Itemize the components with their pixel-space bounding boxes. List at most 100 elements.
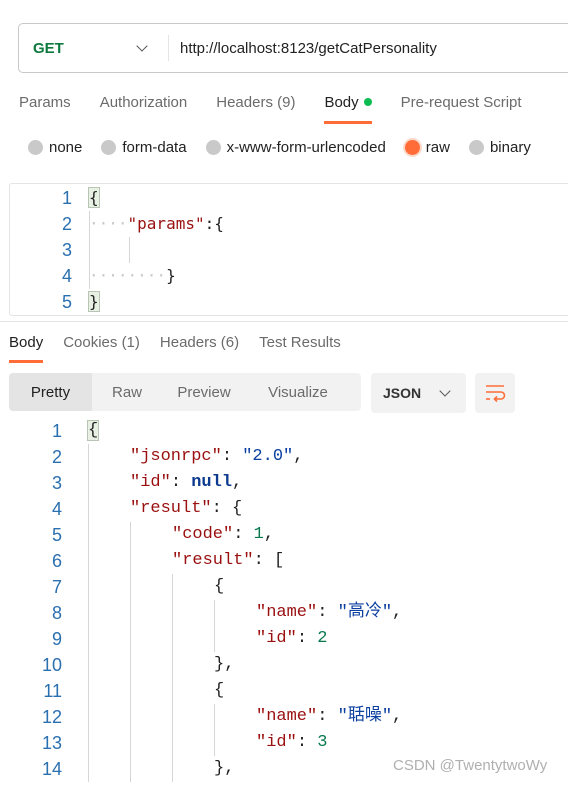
radio-raw[interactable]: raw	[404, 139, 450, 156]
token-numv: 1	[253, 525, 264, 544]
view-pretty[interactable]: Pretty	[9, 373, 92, 411]
format-label: JSON	[383, 385, 422, 401]
response-tabs: Body Cookies (1) Headers (6) Test Results	[9, 334, 361, 363]
code-line: 4 "result": {	[0, 496, 568, 522]
token-p: ,	[293, 447, 304, 466]
method-select[interactable]: GET	[19, 35, 169, 61]
tab-params[interactable]: Params	[19, 94, 71, 124]
code-text: {	[214, 678, 224, 704]
indent-guide	[214, 730, 215, 756]
code-line: 5 "code": 1,	[0, 522, 568, 548]
line-number: 8	[51, 603, 62, 623]
divider	[0, 321, 568, 322]
code-line: 12 "name": "聒噪",	[0, 704, 568, 730]
token-kw: null	[191, 473, 233, 492]
code-line: 7{	[0, 574, 568, 600]
body-mode-radios: none form-data x-www-form-urlencoded raw bin…	[28, 139, 550, 156]
code-line: 5}	[10, 289, 568, 315]
view-preview[interactable]: Preview	[162, 373, 246, 411]
line-number: 13	[41, 733, 62, 753]
url-bar: GET http://localhost:8123/getCatPersonal…	[18, 23, 568, 73]
wrap-lines-button[interactable]	[475, 373, 515, 413]
indent-guide	[130, 574, 131, 600]
format-select[interactable]: JSON	[371, 373, 466, 413]
token-p: ,	[392, 603, 403, 622]
code-text: {	[214, 574, 224, 600]
view-raw[interactable]: Raw	[92, 373, 162, 411]
tab-test-results[interactable]: Test Results	[259, 334, 341, 363]
tab-headers[interactable]: Headers (6)	[160, 334, 239, 363]
code-line: 11 {	[0, 678, 568, 704]
token-p: }	[166, 266, 176, 285]
token-p: :{	[204, 214, 224, 233]
tab-label: Pre-request Script	[400, 94, 522, 111]
token-p: :	[233, 525, 254, 544]
line-number: 10	[41, 655, 62, 675]
view-visualize[interactable]: Visualize	[246, 373, 350, 411]
token-p: :	[296, 629, 318, 648]
indent-guide	[88, 496, 89, 522]
method-label: GET	[33, 39, 64, 57]
code-text: ····"params":{	[89, 211, 224, 237]
indent-guide	[88, 600, 89, 626]
code-line: 2 ····"params":{	[10, 211, 568, 237]
request-body-editor[interactable]: 1{2 ····"params":{3 4 ········} 5}	[9, 183, 568, 316]
tab-cookies[interactable]: Cookies (1)	[63, 334, 140, 363]
token-str: "2.0"	[242, 447, 294, 466]
line-number: 1	[51, 421, 62, 441]
token-p: {	[214, 577, 225, 596]
code-line: 10},	[0, 652, 568, 678]
url-input[interactable]: http://localhost:8123/getCatPersonality	[169, 40, 437, 57]
token-str: "聒噪"	[337, 707, 393, 726]
token-p: :	[317, 707, 338, 726]
tab-headers[interactable]: Headers (9)	[216, 94, 295, 124]
token-p: : {	[211, 499, 243, 518]
indent-guide	[172, 704, 173, 730]
radio-binary[interactable]: binary	[468, 139, 531, 156]
code-line: 2 "jsonrpc": "2.0",	[0, 444, 568, 470]
radio-form-data[interactable]: form-data	[101, 139, 187, 156]
radio-circle-icon	[205, 140, 221, 155]
token-key: "params"	[127, 214, 205, 233]
chevron-down-icon	[439, 385, 451, 397]
code-text: ········}	[89, 263, 176, 289]
tab-pre-request-script[interactable]: Pre-request Script	[401, 94, 522, 124]
code-text: },	[214, 652, 234, 678]
radio-none[interactable]: none	[28, 139, 82, 156]
indent-guide	[130, 730, 131, 756]
indent-guide	[88, 756, 89, 782]
indent-guide	[88, 626, 89, 652]
token-numv: 3	[317, 733, 328, 752]
radio-circle-icon	[404, 140, 420, 155]
token-p: ,	[232, 473, 243, 492]
code-text: "result": [	[172, 548, 284, 574]
token-p: :	[170, 473, 192, 492]
indent-guide	[88, 652, 89, 678]
tab-body[interactable]: Body	[324, 94, 372, 124]
radio-label: binary	[489, 139, 531, 156]
code-line: 1{	[10, 185, 568, 211]
code-line: 3	[10, 237, 568, 263]
token-p: : [	[253, 551, 285, 570]
response-body-viewer[interactable]: 1 {2 "jsonrpc": "2.0", 3 "id": null, 4 "result…	[0, 418, 568, 785]
code-text: "id": 3	[256, 730, 327, 756]
request-tabs: Params Authorization Headers (9) Body Pre-re…	[19, 94, 551, 124]
code-text: },	[214, 756, 234, 782]
code-text: "name": "高冷",	[256, 600, 402, 626]
tab-authorization[interactable]: Authorization	[100, 94, 188, 124]
radio-x-www-form-urlencoded[interactable]: x-www-form-urlencoded	[205, 139, 386, 156]
line-number: 2	[51, 447, 62, 467]
tab-body[interactable]: Body	[9, 334, 44, 363]
line-number: 3	[51, 473, 62, 493]
radio-label: raw	[425, 139, 450, 156]
indent-guide	[88, 704, 89, 730]
indent-guide	[172, 678, 173, 704]
indent-guide	[88, 444, 89, 470]
code-line: 4 ········}	[10, 263, 568, 289]
code-text: "id": 2	[256, 626, 327, 652]
radio-label: form-data	[122, 139, 187, 156]
watermark: CSDN @TwentytwoWy	[393, 757, 548, 774]
token-key: "id"	[256, 629, 297, 648]
wrap-lines-icon	[486, 385, 506, 403]
indent-guide	[130, 548, 131, 574]
